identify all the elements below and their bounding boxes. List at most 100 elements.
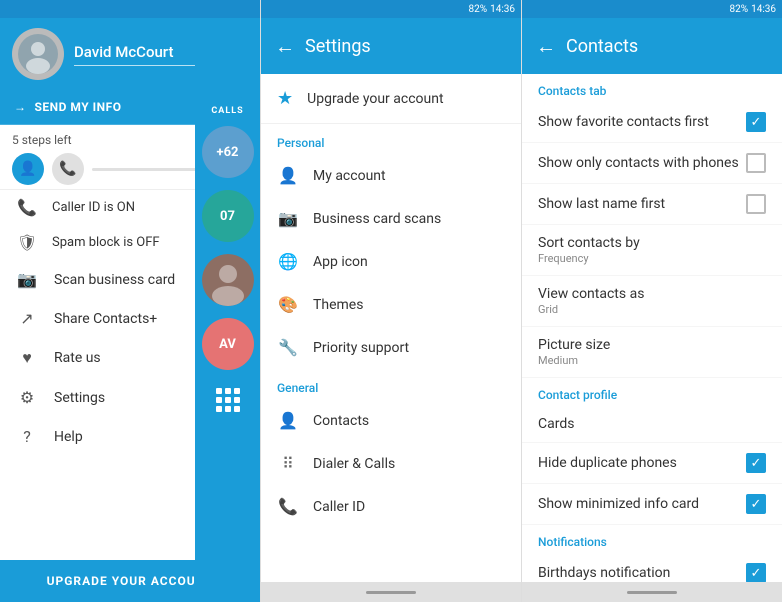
hide-duplicate-checkbox[interactable]: ✓ [746, 453, 766, 473]
caller-id-menu-label: Caller ID [313, 499, 365, 515]
picture-size-title: Picture size [538, 337, 766, 353]
show-favorite-item[interactable]: Show favorite contacts first ✓ [522, 102, 782, 143]
show-only-phones-item[interactable]: Show only contacts with phones [522, 143, 782, 184]
sort-contacts-title: Sort contacts by [538, 235, 766, 251]
sort-contacts-item[interactable]: Sort contacts by Frequency [522, 225, 782, 276]
show-favorite-title: Show favorite contacts first [538, 114, 746, 130]
show-minimized-checkbox[interactable]: ✓ [746, 494, 766, 514]
dialer-icon: ⠿ [277, 454, 299, 473]
view-contacts-sub: Grid [538, 303, 766, 316]
home-indicator-mid [366, 591, 416, 594]
settings-business-card[interactable]: 📷 Business card scans [261, 197, 521, 240]
hide-duplicate-item[interactable]: Hide duplicate phones ✓ [522, 443, 782, 484]
battery-mid: 82% [469, 4, 488, 15]
contacts-back-icon[interactable]: ← [536, 34, 556, 59]
settings-dialer[interactable]: ⠿ Dialer & Calls [261, 442, 521, 485]
show-favorite-checkbox[interactable]: ✓ [746, 112, 766, 132]
notifications-label: Notifications [522, 525, 782, 553]
time-mid: 14:36 [490, 4, 515, 15]
call-entry-3[interactable] [202, 254, 254, 306]
hide-duplicate-title: Hide duplicate phones [538, 455, 746, 471]
dialpad-icon[interactable] [214, 386, 242, 418]
birthdays-item[interactable]: Birthdays notification ✓ [522, 553, 782, 582]
my-account-label: My account [313, 168, 386, 184]
show-last-name-item[interactable]: Show last name first [522, 184, 782, 225]
panel-contacts: 82% 14:36 ← Contacts Contacts tab Show f… [521, 0, 782, 602]
gear-icon: ⚙ [16, 388, 38, 407]
send-my-info-label: SEND MY INFO [35, 100, 122, 114]
contacts-icon: 👤 [277, 411, 299, 430]
nav-home-bar-mid [261, 582, 521, 602]
cards-title: Cards [538, 416, 766, 432]
birthdays-checkbox[interactable]: ✓ [746, 563, 766, 582]
show-only-phones-title: Show only contacts with phones [538, 155, 746, 171]
help-icon: ? [16, 427, 38, 446]
birthdays-title: Birthdays notification [538, 565, 746, 581]
my-account-icon: 👤 [277, 166, 299, 185]
app-icon-icon: 🌐 [277, 252, 299, 271]
cards-item[interactable]: Cards [522, 406, 782, 443]
call-entry-1[interactable]: +62 [202, 126, 254, 178]
view-contacts-item[interactable]: View contacts as Grid [522, 276, 782, 327]
dialer-label: Dialer & Calls [313, 456, 395, 472]
show-minimized-title: Show minimized info card [538, 496, 746, 512]
settings-title: Settings [305, 36, 371, 57]
app-icon-label: App icon [313, 254, 368, 270]
call-initials-1: AV [219, 337, 236, 352]
picture-size-item[interactable]: Picture size Medium [522, 327, 782, 378]
panel-left: 83% 14:36 David McCourt ✏ → SEND MY INFO… [0, 0, 260, 602]
picture-size-sub: Medium [538, 354, 766, 367]
settings-caller-id[interactable]: 📞 Caller ID [261, 485, 521, 528]
caller-id-icon: 📞 [277, 497, 299, 516]
time-right: 14:36 [751, 4, 776, 15]
step-2-icon: 📞 [52, 153, 84, 185]
settings-themes[interactable]: 🎨 Themes [261, 283, 521, 326]
view-contacts-title: View contacts as [538, 286, 766, 302]
share-icon: ↗ [16, 309, 38, 328]
battery-right: 82% [730, 4, 749, 15]
business-card-label: Business card scans [313, 211, 441, 227]
business-card-icon: 📷 [277, 209, 299, 228]
contacts-label: Contacts [313, 413, 369, 429]
settings-scroll: ★ Upgrade your account Personal 👤 My acc… [261, 74, 521, 582]
home-indicator-right [627, 591, 677, 594]
calls-label: CALLS [211, 106, 243, 116]
star-icon: ★ [277, 88, 293, 109]
call-entry-4[interactable]: AV [202, 318, 254, 370]
call-entry-2[interactable]: 07 [202, 190, 254, 242]
show-last-name-checkbox[interactable] [746, 194, 766, 214]
settings-app-icon[interactable]: 🌐 App icon [261, 240, 521, 283]
contacts-scroll: Contacts tab Show favorite contacts firs… [522, 74, 782, 582]
calls-overlay: CALLS +62 07 AV [195, 0, 260, 602]
scan-icon: 📷 [16, 270, 38, 289]
personal-section-label: Personal [261, 124, 521, 154]
calls-status-bar [195, 0, 260, 18]
user-line [74, 65, 201, 66]
contacts-title: Contacts [566, 36, 638, 57]
call-num-2: 07 [220, 209, 235, 224]
themes-icon: 🎨 [277, 295, 299, 314]
phone-icon: 📞 [16, 198, 38, 217]
contact-profile-label: Contact profile [522, 378, 782, 406]
sort-contacts-sub: Frequency [538, 252, 766, 265]
priority-support-icon: 🔧 [277, 338, 299, 357]
step-1-icon: 👤 [12, 153, 44, 185]
general-section-label: General [261, 369, 521, 399]
status-bar-right: 82% 14:36 [522, 0, 782, 18]
heart-icon: ♥ [16, 348, 38, 368]
settings-back-icon[interactable]: ← [275, 34, 295, 59]
settings-header: ← Settings [261, 18, 521, 74]
settings-my-account[interactable]: 👤 My account [261, 154, 521, 197]
upgrade-account-item[interactable]: ★ Upgrade your account [261, 74, 521, 124]
settings-contacts[interactable]: 👤 Contacts [261, 399, 521, 442]
avatar[interactable] [12, 28, 64, 80]
show-only-phones-checkbox[interactable] [746, 153, 766, 173]
contacts-tab-label: Contacts tab [522, 74, 782, 102]
priority-support-label: Priority support [313, 340, 409, 356]
settings-priority-support[interactable]: 🔧 Priority support [261, 326, 521, 369]
status-bar-mid: 82% 14:36 [261, 0, 521, 18]
upgrade-account-label: Upgrade your account [307, 91, 443, 107]
show-minimized-item[interactable]: Show minimized info card ✓ [522, 484, 782, 525]
show-last-name-title: Show last name first [538, 196, 746, 212]
send-arrow-icon: → [14, 100, 27, 114]
